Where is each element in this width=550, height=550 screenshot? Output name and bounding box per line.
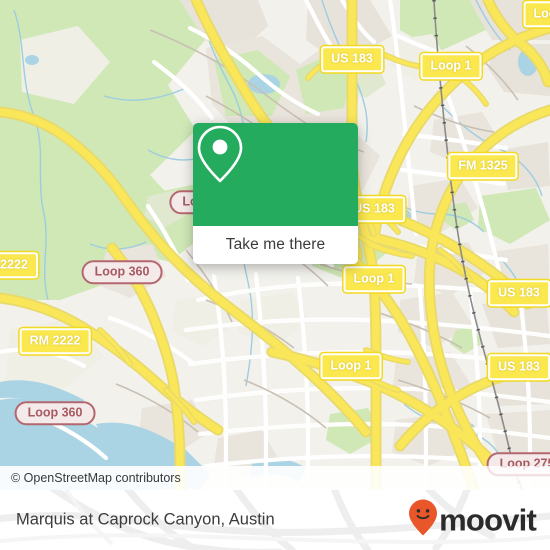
- shield-loop-1-low: Loop 1: [320, 353, 382, 379]
- screenshot-root: US 183 Loop 1 Loo FM 1325 US 183 Loop 1 US 183…: [0, 0, 550, 550]
- popup-footer[interactable]: Take me there: [193, 226, 358, 264]
- shield-loop-360-low: Loop 360: [14, 401, 96, 425]
- shield-us-183-low: US 183: [488, 354, 550, 380]
- shield-us-183-top: US 183: [321, 46, 383, 72]
- map-attribution-bar: © OpenStreetMap contributors: [0, 466, 550, 490]
- popup-header: [193, 123, 358, 226]
- shield-rm-2222: RM 2222: [19, 328, 91, 354]
- shield-loop-right-1: Loo: [523, 1, 550, 27]
- shield-loop-1-top: Loop 1: [420, 53, 482, 79]
- map-canvas[interactable]: US 183 Loop 1 Loo FM 1325 US 183 Loop 1 US 183…: [0, 0, 550, 490]
- take-me-there-label: Take me there: [225, 236, 326, 253]
- bottom-info-bar: Marquis at Caprock Canyon, Austin moovit: [0, 490, 550, 550]
- shield-fm-1325: FM 1325: [448, 153, 518, 179]
- moovit-wordmark: moovit: [439, 502, 537, 537]
- location-popup-card[interactable]: Take me there: [193, 123, 358, 264]
- shield-us-183-right: US 183: [488, 280, 550, 306]
- shield-loop-1-mid: Loop 1: [343, 266, 405, 292]
- popup-inner: Take me there: [193, 123, 358, 264]
- moovit-logo[interactable]: moovit: [408, 499, 537, 542]
- shield-loop-360-mid: Loop 360: [81, 260, 163, 284]
- attribution-text[interactable]: © OpenStreetMap contributors: [0, 471, 181, 485]
- moovit-smiley-pin-icon: [408, 499, 438, 542]
- shield-rm-2222-edge: 2222: [0, 252, 38, 278]
- place-title: Marquis at Caprock Canyon, Austin: [16, 510, 275, 529]
